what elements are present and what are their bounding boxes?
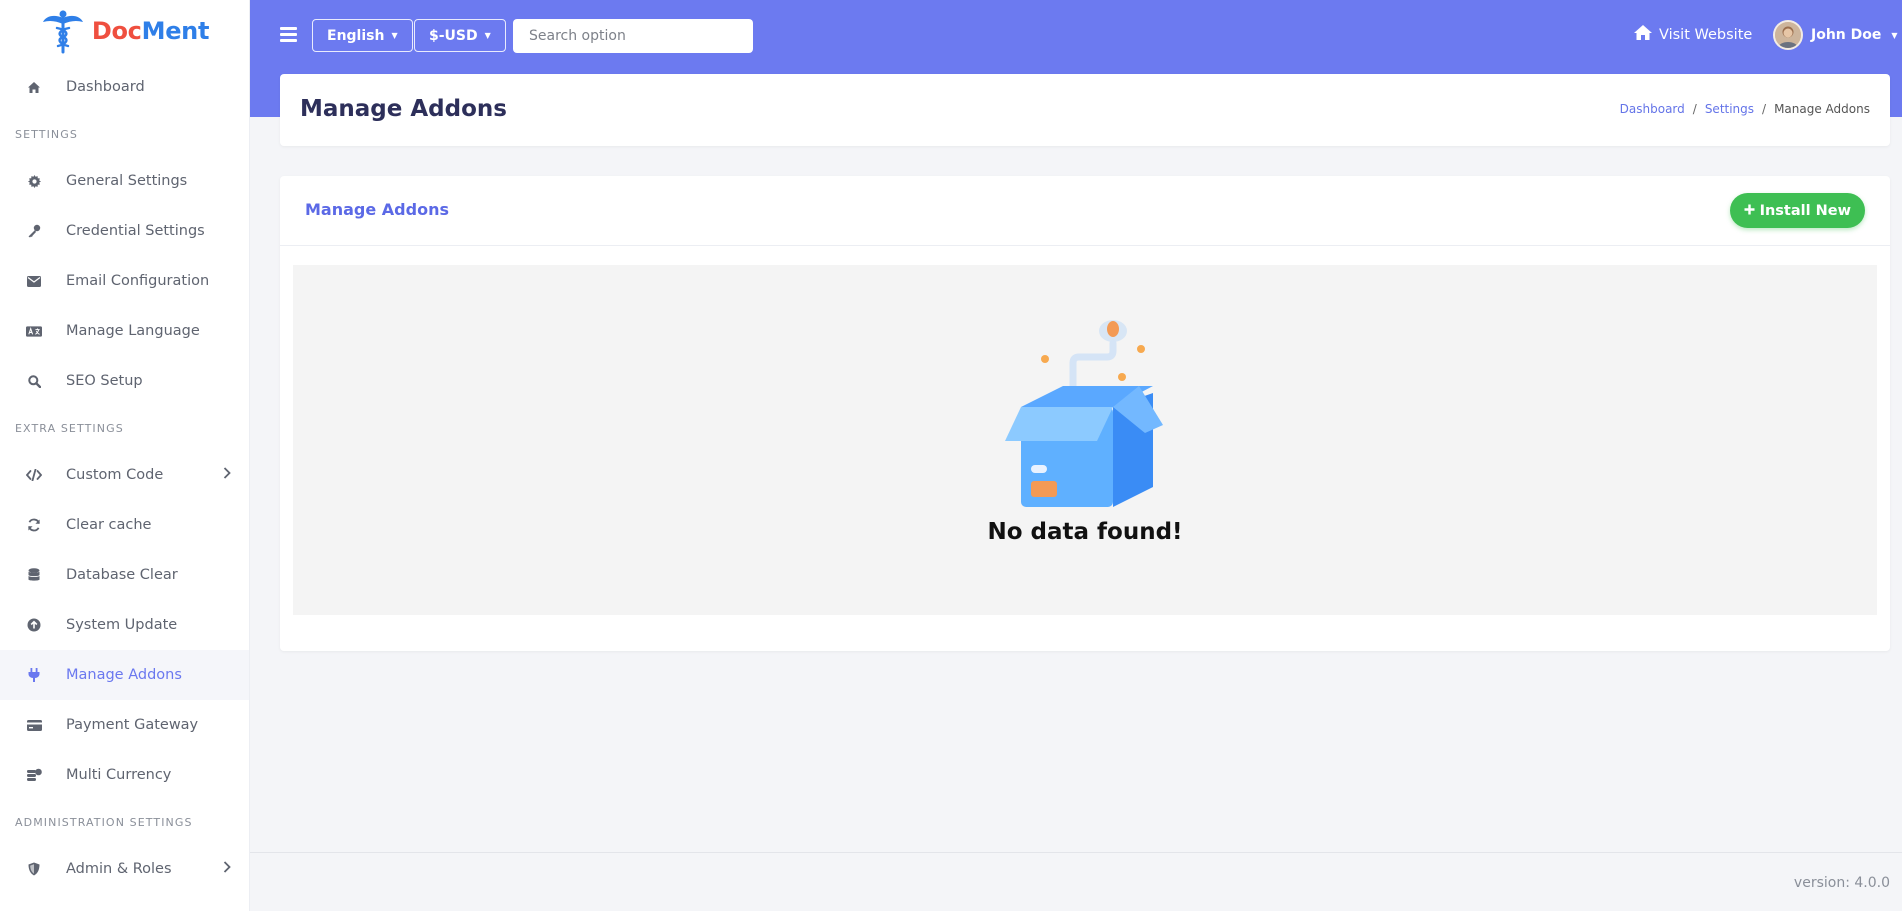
install-new-label: Install New [1759,202,1851,219]
sidebar-item-system-update[interactable]: System Update [0,600,249,650]
currency-dropdown-label: $-USD [429,27,478,44]
sidebar-item-label: General Settings [66,173,188,189]
code-icon [26,467,42,483]
sidebar-item-label: Manage Language [66,323,200,339]
sidebar-item-label: Payment Gateway [66,717,199,733]
shield-icon [26,861,42,877]
sidebar-item-label: Multi Currency [66,767,172,783]
sidebar-item-database-clear[interactable]: Database Clear [0,550,249,600]
caduceus-logo-icon [42,10,83,54]
sidebar-section-extra-settings: EXTRA SETTINGS [15,421,124,435]
sidebar-item-clear-cache[interactable]: Clear cache [0,500,249,550]
sidebar-item-label: Manage Addons [66,667,182,683]
sidebar-item-credential-settings[interactable]: Credential Settings [0,206,249,256]
empty-state: No data found! [293,265,1877,615]
addons-card: Manage Addons Install New No data found! [280,176,1890,651]
avatar [1773,20,1803,50]
sidebar-item-general-settings[interactable]: General Settings [0,156,249,206]
database-icon [26,567,42,583]
sidebar-item-custom-code[interactable]: Custom Code [0,450,249,500]
sidebar-item-dashboard[interactable]: Dashboard [0,62,249,112]
sidebar-item-label: Custom Code [66,467,164,483]
search-icon [26,373,42,389]
card-icon [26,717,42,733]
sidebar-item-label: Email Configuration [66,273,210,289]
caret-down-icon: ▼ [391,31,398,40]
sidebar-item-label: Credential Settings [66,223,205,239]
currency-dropdown[interactable]: $-USD ▼ [414,19,506,52]
user-menu[interactable]: John Doe ▼ [1773,20,1898,50]
plus-icon [1744,203,1755,219]
card-title: Manage Addons [305,200,449,219]
sidebar-item-label: Dashboard [66,79,145,95]
sidebar-item-manage-language[interactable]: Manage Language [0,306,249,356]
breadcrumb: Dashboard / Settings / Manage Addons [1620,102,1870,116]
search-input[interactable] [513,19,753,53]
sidebar-section-settings: SETTINGS [15,127,78,141]
breadcrumb-separator: / [1692,102,1697,116]
envelope-icon [26,273,42,289]
brand-doc-text: Doc [91,17,142,45]
page-title: Manage Addons [300,96,507,122]
sidebar-item-seo-setup[interactable]: SEO Setup [0,356,249,406]
brand-logo[interactable]: DocMent [0,0,249,62]
visit-website-link[interactable]: Visit Website [1633,24,1752,45]
user-name: John Doe [1811,27,1882,43]
empty-state-text: No data found! [987,519,1183,545]
empty-box-illustration [1005,320,1163,507]
upload-icon [26,617,42,633]
sidebar-item-label: Database Clear [66,567,178,583]
language-dropdown[interactable]: English ▼ [312,19,413,52]
sidebar-item-admin-roles[interactable]: Admin & Roles [0,844,249,894]
caret-down-icon: ▼ [1891,30,1898,40]
visit-website-label: Visit Website [1659,26,1753,43]
breadcrumb-dashboard[interactable]: Dashboard [1620,102,1685,116]
plug-icon [26,667,42,683]
home-icon [26,79,42,95]
caret-down-icon: ▼ [484,31,491,40]
sidebar-item-multi-currency[interactable]: Multi Currency [0,750,249,800]
chevron-right-icon [223,467,231,483]
card-header: Manage Addons Install New [280,176,1890,246]
language-dropdown-label: English [327,27,385,44]
sidebar-item-label: Admin & Roles [66,861,172,877]
sidebar-item-label: System Update [66,617,178,633]
sidebar-item-payment-gateway[interactable]: Payment Gateway [0,700,249,750]
sidebar-section-administration-settings: ADMINISTRATION SETTINGS [15,815,193,829]
brand-ment-text: Ment [141,17,210,45]
sidebar-item-label: SEO Setup [66,373,143,389]
key-icon [26,223,42,239]
version-text: version: 4.0.0 [1793,875,1890,891]
footer: version: 4.0.0 [250,852,1902,911]
install-new-button[interactable]: Install New [1729,193,1865,228]
breadcrumb-settings[interactable]: Settings [1705,102,1754,116]
breadcrumb-separator: / [1762,102,1767,116]
home-icon [1633,24,1653,45]
gear-icon [26,173,42,189]
sidebar-item-email-configuration[interactable]: Email Configuration [0,256,249,306]
chevron-right-icon [223,861,231,877]
sidebar-item-manage-addons[interactable]: Manage Addons [0,650,249,700]
refresh-icon [26,517,42,533]
menu-toggle-icon[interactable] [280,27,297,42]
sidebar: DocMent Dashboard SETTINGS General Setti… [0,0,250,911]
coins-icon [26,767,42,783]
breadcrumb-current: Manage Addons [1774,102,1870,116]
page-header: Manage Addons Dashboard / Settings / Man… [280,74,1890,146]
sidebar-item-label: Clear cache [66,517,152,533]
language-icon [26,323,42,339]
